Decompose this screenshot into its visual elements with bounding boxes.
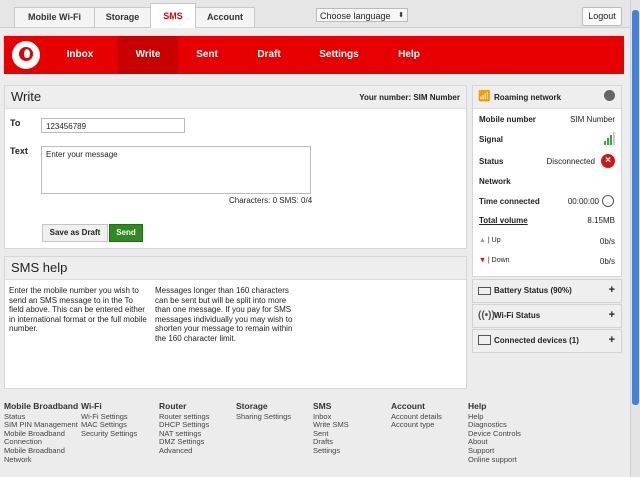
up-arrow-icon: ▲ <box>479 237 486 244</box>
down-arrow-icon: ▼ <box>479 257 486 264</box>
plus-icon: + <box>608 284 615 296</box>
help-text-2: Messages longer than 160 characters can … <box>155 286 293 343</box>
footer-heading: Storage <box>236 401 268 411</box>
to-label: To <box>10 118 21 128</box>
footer-heading: SMS <box>313 401 332 411</box>
download-value: 0b/s <box>599 257 615 266</box>
language-select[interactable]: Choose language ⬍ <box>316 8 408 22</box>
total-volume-label[interactable]: Total volume <box>479 216 528 225</box>
wifi-icon: ((•)) <box>478 310 495 321</box>
wifi-status-label: Wi-Fi Status <box>494 311 541 320</box>
footer-link[interactable]: Settings <box>313 446 349 456</box>
time-connected-value: 00:00:00 <box>567 197 599 206</box>
upload-value: 0b/s <box>599 237 615 246</box>
nav-help[interactable]: Help <box>386 36 432 74</box>
footer-heading: Help <box>468 401 487 411</box>
footer-link[interactable]: Account type <box>391 421 442 430</box>
nav-settings[interactable]: Settings <box>310 36 368 74</box>
footer-link[interactable]: Online support <box>468 455 521 465</box>
battery-icon <box>478 287 491 295</box>
network-label: Network <box>479 177 511 186</box>
time-connected-label: Time connected <box>479 197 540 206</box>
clock-icon <box>602 195 614 207</box>
your-number: Your number: SIM Number <box>359 93 460 102</box>
tab-sms[interactable]: SMS <box>150 3 196 28</box>
upload-label: ▲ | Up <box>479 237 501 244</box>
plus-icon: + <box>608 309 615 321</box>
total-volume-value: 8.15MB <box>587 216 615 225</box>
roaming-panel: 📶 Roaming network Mobile number SIM Numb… <box>472 85 622 277</box>
nav-sent[interactable]: Sent <box>184 36 230 74</box>
footer-col-account: Account Account details Account type <box>391 402 442 430</box>
footer: Mobile Broadband Status SIM PIN Manageme… <box>0 398 630 477</box>
footer-col-storage: Storage Sharing Settings <box>236 402 291 421</box>
footer-col-help: Help Help Diagnostics Device Controls Ab… <box>468 402 521 464</box>
footer-link[interactable]: Security Settings <box>81 429 137 439</box>
send-button[interactable]: Send <box>109 224 143 242</box>
time-connected-row: Time connected 00:00:00 <box>479 194 615 210</box>
select-arrows-icon: ⬍ <box>398 12 404 19</box>
signal-bars-icon <box>604 132 615 147</box>
to-input[interactable]: 123456789 <box>41 118 185 133</box>
language-select-value: Choose language <box>320 11 391 21</box>
antenna-icon: 📶 <box>478 91 491 102</box>
tab-storage[interactable]: Storage <box>94 7 151 27</box>
connected-devices-accordion[interactable]: Connected devices (1) + <box>472 329 622 353</box>
text-label: Text <box>10 146 28 156</box>
nav-draft[interactable]: Draft <box>246 36 292 74</box>
footer-col-sms: SMS Inbox Write SMS Sent Drafts Settings <box>313 402 349 456</box>
footer-heading: Mobile Broadband <box>4 401 79 411</box>
footer-col-wifi: Wi-Fi Wi-Fi Settings MAC Settings Securi… <box>81 402 137 438</box>
page-scrollbar[interactable] <box>630 0 640 477</box>
disconnected-icon[interactable]: × <box>601 154 615 168</box>
footer-heading: Account <box>391 401 425 411</box>
plus-icon: + <box>608 334 615 346</box>
message-textarea[interactable]: Enter your message <box>41 146 311 194</box>
footer-link[interactable]: Advanced <box>159 446 209 456</box>
tab-mobile-wifi[interactable]: Mobile Wi-Fi <box>14 7 95 27</box>
signal-label: Signal <box>479 135 504 144</box>
wifi-status-accordion[interactable]: ((•)) Wi-Fi Status + <box>472 304 622 328</box>
nav-inbox[interactable]: Inbox <box>56 36 104 74</box>
monitor-icon <box>478 335 491 345</box>
save-as-draft-button[interactable]: Save as Draft <box>42 224 108 242</box>
tab-account[interactable]: Account <box>195 7 255 27</box>
globe-icon[interactable] <box>604 90 615 101</box>
network-row: Network <box>479 174 615 190</box>
vodafone-logo[interactable] <box>12 41 40 69</box>
top-bar: Mobile Wi-Fi Storage SMS Account Choose … <box>0 0 630 28</box>
roaming-title: Roaming network <box>494 93 562 102</box>
footer-link[interactable]: Sharing Settings <box>236 412 291 422</box>
footer-heading: Router <box>159 401 187 411</box>
battery-status-accordion[interactable]: Battery Status (90%) + <box>472 279 622 303</box>
status-row: Status Disconnected × <box>479 154 615 170</box>
sms-help-title: SMS help <box>11 260 68 275</box>
mobile-number-value: SIM Number <box>570 115 615 124</box>
footer-heading: Wi-Fi <box>81 401 102 411</box>
footer-col-mobile-broadband: Mobile Broadband Status SIM PIN Manageme… <box>4 402 78 464</box>
total-volume-row: Total volume 8.15MB <box>479 213 615 229</box>
character-counter: Characters: 0 SMS: 0/4 <box>229 196 313 205</box>
footer-link[interactable]: Network <box>4 455 78 465</box>
main-nav: Inbox Write Sent Draft Settings Help <box>4 36 624 74</box>
status-value: Disconnected <box>546 157 595 166</box>
write-title: Write <box>11 89 42 104</box>
status-label: Status <box>479 157 504 166</box>
download-row: ▼ | Down 0b/s <box>479 254 615 270</box>
logout-button[interactable]: Logout <box>582 7 622 26</box>
footer-col-router: Router Router settings DHCP Settings NAT… <box>159 402 209 456</box>
mobile-number-label: Mobile number <box>479 115 536 124</box>
nav-write[interactable]: Write <box>118 36 178 74</box>
upload-row: ▲ | Up 0b/s <box>479 234 615 250</box>
connected-devices-label: Connected devices (1) <box>494 336 579 345</box>
signal-row: Signal <box>479 132 615 148</box>
battery-status-label: Battery Status (90%) <box>494 286 572 295</box>
mobile-number-row: Mobile number SIM Number <box>479 112 615 128</box>
help-text-1: Enter the mobile number you wish to send… <box>9 286 147 333</box>
scrollbar-thumb[interactable] <box>632 10 639 405</box>
download-label: ▼ | Down <box>479 257 510 264</box>
